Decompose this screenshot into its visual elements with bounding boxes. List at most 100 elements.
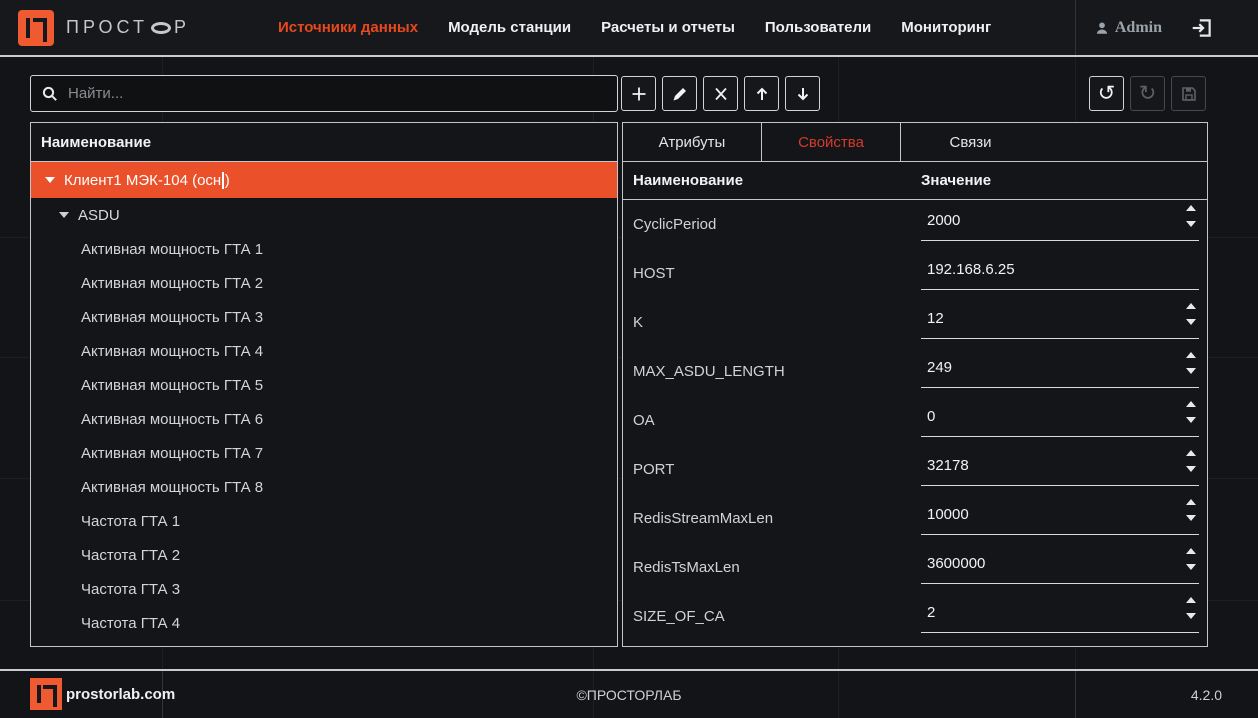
move-up-button[interactable]: [744, 76, 779, 111]
nav-item-station-model[interactable]: Модель станции: [448, 19, 571, 36]
tree-row[interactable]: Активная мощность ГТА 4: [31, 334, 617, 368]
stepper-up-icon[interactable]: [1186, 352, 1196, 358]
current-user[interactable]: Admin: [1094, 0, 1162, 55]
user-icon: [1094, 20, 1110, 36]
save-button[interactable]: [1171, 76, 1206, 111]
tree-row[interactable]: Частота ГТА 2: [31, 538, 617, 572]
tab-properties[interactable]: Свойства: [762, 123, 901, 161]
tree-row[interactable]: Активная мощность ГТА 1: [31, 232, 617, 266]
tree-row[interactable]: Активная мощность ГТА 7: [31, 436, 617, 470]
footer-copyright: ©ПРОСТОРЛАБ: [0, 687, 1258, 703]
property-name: CyclicPeriod: [623, 200, 921, 249]
tree-row[interactable]: Активная мощность ГТА 8: [31, 470, 617, 504]
property-value-input[interactable]: 12: [921, 298, 1199, 339]
tree-row[interactable]: Активная мощность ГТА 5: [31, 368, 617, 402]
arrow-down-icon: [794, 85, 812, 103]
move-down-button[interactable]: [785, 76, 820, 111]
logout-button[interactable]: [1190, 16, 1214, 40]
property-row: OA 0: [623, 396, 1207, 445]
tree-row-label: Клиент1 МЭК-104 (осн: [64, 172, 221, 189]
stepper-down-icon[interactable]: [1186, 368, 1196, 374]
tree-row-label: Частота ГТА 3: [81, 581, 180, 598]
tree-row-client[interactable]: Клиент1 МЭК-104 (осн): [31, 162, 617, 198]
nav-item-calculations-reports[interactable]: Расчеты и отчеты: [601, 19, 735, 36]
number-stepper: [1186, 205, 1196, 227]
edit-button[interactable]: [662, 76, 697, 111]
property-name: OA: [623, 396, 921, 445]
number-stepper: [1186, 303, 1196, 325]
arrow-up-icon: [753, 85, 771, 103]
property-row: RedisTsMaxLen 3600000: [623, 543, 1207, 592]
property-name: HOST: [623, 249, 921, 298]
delete-button[interactable]: [703, 76, 738, 111]
tree-row-label: Активная мощность ГТА 7: [81, 445, 263, 462]
number-stepper: [1186, 352, 1196, 374]
property-value-input[interactable]: 32178: [921, 445, 1199, 486]
property-value-input[interactable]: 10000: [921, 494, 1199, 535]
tree-row[interactable]: Активная мощность ГТА 3: [31, 300, 617, 334]
add-button[interactable]: [621, 76, 656, 111]
stepper-up-icon[interactable]: [1186, 450, 1196, 456]
tree-row-asdu[interactable]: ASDU: [31, 198, 617, 232]
tree-row[interactable]: Частота ГТА 4: [31, 606, 617, 640]
stepper-up-icon[interactable]: [1186, 205, 1196, 211]
brand[interactable]: ПРОСТ Р: [18, 10, 190, 46]
property-value-input[interactable]: 2000: [921, 200, 1199, 241]
user-name-label: Admin: [1115, 19, 1162, 37]
property-name: RedisTsMaxLen: [623, 543, 921, 592]
stepper-up-icon[interactable]: [1186, 401, 1196, 407]
nav-item-users[interactable]: Пользователи: [765, 19, 871, 36]
footer-version: 4.2.0: [1191, 687, 1222, 703]
column-name-header: Наименование: [623, 172, 921, 189]
tree-row-label: Частота ГТА 1: [81, 513, 180, 530]
property-value-input[interactable]: 2: [921, 592, 1199, 633]
property-value-input[interactable]: 249: [921, 347, 1199, 388]
property-value-input[interactable]: 192.168.6.25: [921, 249, 1199, 290]
tree-row[interactable]: Активная мощность ГТА 2: [31, 266, 617, 300]
property-value: 192.168.6.25: [927, 261, 1015, 278]
property-name: RedisStreamMaxLen: [623, 494, 921, 543]
properties-table-header: Наименование Значение: [623, 162, 1207, 200]
stepper-down-icon[interactable]: [1186, 564, 1196, 570]
number-stepper: [1186, 499, 1196, 521]
tree-row-label-suffix: ): [225, 172, 230, 189]
stepper-down-icon[interactable]: [1186, 221, 1196, 227]
tab-links[interactable]: Связи: [901, 123, 1040, 161]
number-stepper: [1186, 548, 1196, 570]
tree-row-label: Активная мощность ГТА 1: [81, 241, 263, 258]
stepper-up-icon[interactable]: [1186, 548, 1196, 554]
tab-attributes[interactable]: Атрибуты: [623, 123, 762, 161]
stepper-down-icon[interactable]: [1186, 466, 1196, 472]
stepper-down-icon[interactable]: [1186, 515, 1196, 521]
property-value-input[interactable]: 0: [921, 396, 1199, 437]
property-value: 2000: [927, 212, 960, 229]
stepper-down-icon[interactable]: [1186, 613, 1196, 619]
stepper-up-icon[interactable]: [1186, 597, 1196, 603]
property-value: 249: [927, 359, 952, 376]
stepper-down-icon[interactable]: [1186, 319, 1196, 325]
stepper-up-icon[interactable]: [1186, 499, 1196, 505]
expand-arrow-icon[interactable]: [59, 212, 69, 218]
tree-row[interactable]: Частота ГТА 1: [31, 504, 617, 538]
brand-wordmark: ПРОСТ Р: [66, 17, 190, 38]
search-input[interactable]: [68, 85, 607, 102]
undo-button[interactable]: ↺: [1089, 76, 1124, 111]
number-stepper: [1186, 450, 1196, 472]
number-stepper: [1186, 401, 1196, 423]
tree-row-label: ASDU: [78, 207, 120, 224]
sources-tree-panel: Наименование Клиент1 МЭК-104 (осн) ASDU …: [30, 122, 618, 647]
stepper-up-icon[interactable]: [1186, 303, 1196, 309]
nav-item-data-sources[interactable]: Источники данных: [278, 19, 418, 36]
property-name: K: [623, 298, 921, 347]
tree-row[interactable]: Активная мощность ГТА 6: [31, 402, 617, 436]
wordmark-o-ring-icon: [151, 22, 171, 34]
property-name: MAX_ASDU_LENGTH: [623, 347, 921, 396]
wordmark-post: Р: [174, 17, 190, 38]
property-value-input[interactable]: 3600000: [921, 543, 1199, 584]
stepper-down-icon[interactable]: [1186, 417, 1196, 423]
nav-item-monitoring[interactable]: Мониторинг: [901, 19, 991, 36]
save-icon: [1180, 85, 1198, 103]
redo-button[interactable]: ↻: [1130, 76, 1165, 111]
expand-arrow-icon[interactable]: [45, 177, 55, 183]
tree-row[interactable]: Частота ГТА 3: [31, 572, 617, 606]
